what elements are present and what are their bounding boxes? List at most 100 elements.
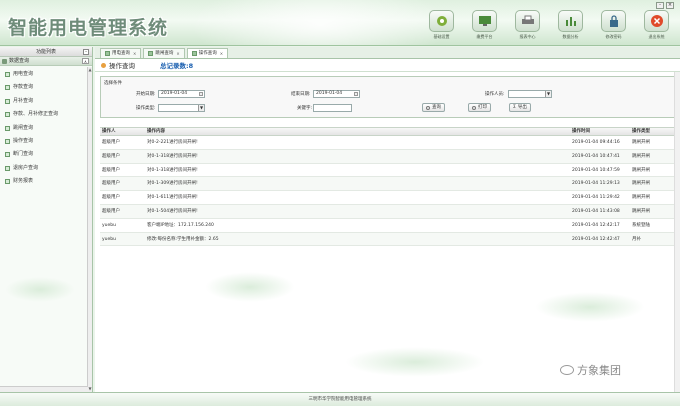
table-row[interactable]: 超级用户 对0-1-318进行房间开闸! 2019-01-04 10:47:59…: [100, 164, 675, 178]
tab-page-icon: [105, 51, 110, 56]
collapse-sidebar-button[interactable]: -: [83, 49, 89, 55]
table-row[interactable]: 超级用户 对0-1-309进行房间开闸! 2019-01-04 11:29:13…: [100, 177, 675, 192]
toolbar-change-password-button[interactable]: 修改密码: [592, 10, 635, 42]
document-icon: [5, 112, 10, 118]
operator-label: 操作人员:: [485, 92, 505, 97]
export-button[interactable]: Σ 导出: [509, 103, 531, 112]
filter-title: 选择条件: [104, 81, 122, 86]
document-icon: [5, 165, 10, 171]
chevron-down-icon: ▼: [545, 91, 551, 97]
cloud-decoration: [205, 272, 295, 302]
tab-operation-query[interactable]: 操作查询 ×: [186, 48, 229, 58]
start-date-label: 开始日期:: [136, 92, 156, 97]
wechat-icon: [560, 365, 574, 375]
print-button[interactable]: 打印: [468, 103, 491, 112]
toolbar-basic-settings-button[interactable]: 基础设置: [420, 10, 463, 42]
gear-icon: [429, 10, 454, 32]
calendar-icon[interactable]: [354, 92, 358, 96]
close-tab-icon[interactable]: ×: [176, 49, 179, 58]
page-title: 操作查询: [109, 62, 135, 70]
sidebar-header: 功能列表 -: [0, 47, 92, 57]
document-icon: [5, 179, 10, 185]
document-icon: [5, 98, 10, 104]
end-date-input[interactable]: 2019-01-04: [313, 90, 360, 98]
footer-text: 三明市华学院智能用电管理系统: [308, 397, 372, 402]
minimize-button[interactable]: -: [656, 2, 664, 9]
main-scrollbar[interactable]: [674, 72, 680, 392]
toolbar-exit-button[interactable]: 退出系统: [635, 10, 678, 42]
toolbar-analysis-button[interactable]: 数据分析: [549, 10, 592, 42]
watermark: 方象集团: [560, 362, 621, 378]
chevron-down-icon: ▼: [198, 105, 204, 111]
header-content[interactable]: 操作内容: [147, 128, 165, 136]
status-bar: 三明市华学院智能用电管理系统: [0, 392, 680, 406]
tab-trip-query[interactable]: 跳闸查询 ×: [143, 48, 185, 58]
header-operator[interactable]: 操作人: [102, 128, 116, 136]
sidebar-item-checkout-query[interactable]: 退房户查询: [0, 162, 92, 175]
sidebar-item-operation-query[interactable]: 操作查询: [0, 135, 92, 148]
monitor-icon: [472, 10, 497, 32]
sidebar-item-deposit-query[interactable]: 存款查询: [0, 81, 92, 94]
toolbar-payment-button[interactable]: 缴费平台: [463, 10, 506, 42]
end-date-label: 结束日期:: [291, 92, 311, 97]
cloud-decoration: [535, 292, 645, 322]
tab-page-icon: [191, 51, 197, 56]
main-content: 用电查询 × 跳闸查询 × 操作查询 × 操作查询 总记录数:8 选择条件 开始…: [95, 47, 680, 392]
bullet-icon: [101, 62, 106, 68]
operation-type-label: 操作类型:: [136, 106, 156, 111]
calendar-icon[interactable]: [199, 92, 203, 96]
tab-usage-query[interactable]: 用电查询 ×: [100, 48, 142, 58]
document-icon: [5, 152, 10, 158]
sidebar-group-data-query[interactable]: 数据查询 ∧: [0, 57, 92, 66]
sidebar-item-usage-query[interactable]: 用电查询: [0, 68, 92, 81]
cloud-decoration: [5, 277, 75, 302]
cloud-decoration: [345, 347, 485, 377]
sidebar-list: 用电查询 存款查询 月补查询 存款、月补修正查询 跳闸查询 操作查询 断门查询 …: [0, 66, 92, 189]
app-header: 智能用电管理系统 基础设置 缴费平台 报表中心 数据分析 修改密码 退出系统 -…: [0, 0, 680, 46]
filter-panel: 选择条件 开始日期: 2019-01-04 结束日期: 2019-01-04 操…: [100, 76, 675, 118]
export-icon: Σ: [513, 105, 516, 110]
query-button[interactable]: 查询: [422, 103, 445, 112]
table-row[interactable]: 超级用户 对0-1-611进行房间开闸! 2019-01-04 11:29:42…: [100, 191, 675, 205]
scroll-up-icon[interactable]: ▲: [88, 67, 92, 73]
search-icon: [426, 105, 430, 110]
keyword-input[interactable]: [313, 104, 352, 112]
document-icon: [5, 125, 10, 131]
tab-bar: 用电查询 × 跳闸查询 × 操作查询 ×: [95, 47, 680, 59]
sidebar: 功能列表 - 数据查询 ∧ 用电查询 存款查询 月补查询 存款、月补修正查询 跳…: [0, 47, 93, 392]
document-icon: [5, 72, 10, 77]
table-row[interactable]: yuebu 修改:每份名称:学生用补金额：2.65 2019-01-04 12:…: [100, 232, 675, 247]
printer-icon: [472, 105, 476, 110]
keyword-label: 关键字:: [297, 106, 313, 111]
close-tab-icon[interactable]: ×: [133, 49, 136, 58]
exit-icon: [644, 10, 669, 32]
header-type[interactable]: 操作类型: [632, 128, 650, 136]
toolbar-report-button[interactable]: 报表中心: [506, 10, 549, 42]
table-header: 操作人 操作内容 操作时间 操作类型: [100, 127, 675, 136]
sidebar-item-financial-report[interactable]: 财务报表: [0, 175, 92, 188]
close-tab-icon[interactable]: ×: [220, 49, 223, 58]
close-window-button[interactable]: ×: [666, 2, 674, 9]
table-row[interactable]: 超级用户 对0-1-318进行房间开闸! 2019-01-04 10:47:41…: [100, 149, 675, 164]
start-date-input[interactable]: 2019-01-04: [158, 90, 205, 98]
folder-icon: [2, 59, 7, 64]
sidebar-item-door-query[interactable]: 断门查询: [0, 148, 92, 161]
table-row[interactable]: 超级用户 对0-1-504进行房间开闸! 2019-01-04 11:43:08…: [100, 204, 675, 219]
sidebar-item-trip-query[interactable]: 跳闸查询: [0, 122, 92, 135]
operator-select[interactable]: ▼: [508, 90, 552, 98]
lock-icon: [601, 10, 626, 32]
operation-log-table: 操作人 操作内容 操作时间 操作类型 超级用户 对0-2-221进行房间开闸! …: [100, 127, 675, 247]
table-row[interactable]: 超级用户 对0-2-221进行房间开闸! 2019-01-04 09:44:16…: [100, 136, 675, 150]
main-toolbar: 基础设置 缴费平台 报表中心 数据分析 修改密码 退出系统: [420, 10, 678, 44]
operation-type-select[interactable]: ▼: [158, 104, 205, 112]
sidebar-item-monthly-subsidy-query[interactable]: 月补查询: [0, 95, 92, 108]
sidebar-item-correction-query[interactable]: 存款、月补修正查询: [0, 108, 92, 121]
printer-icon: [515, 10, 540, 32]
sidebar-scrollbar[interactable]: ▲ ▼: [87, 67, 92, 392]
app-title: 智能用电管理系统: [8, 17, 169, 39]
group-toggle-button[interactable]: ∧: [82, 58, 89, 64]
header-time[interactable]: 操作时间: [572, 128, 590, 136]
table-row[interactable]: yuebu 客户端IP地址：172.17.156.240 2019-01-04 …: [100, 219, 675, 233]
tab-page-icon: [148, 51, 154, 56]
document-icon: [5, 85, 10, 91]
